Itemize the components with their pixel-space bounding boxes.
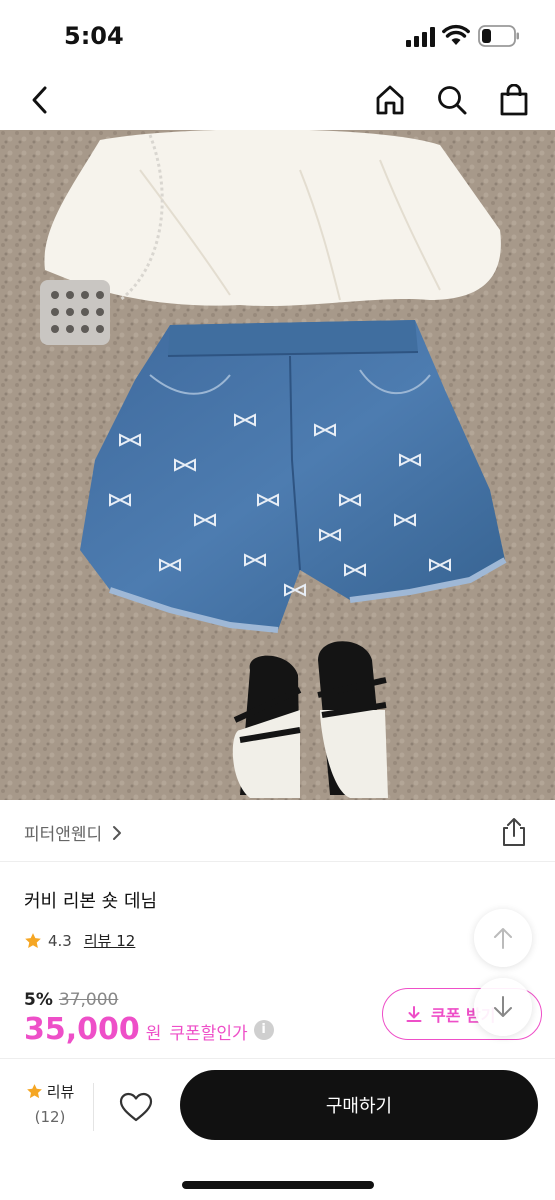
coupon-price-label: 쿠폰할인가 xyxy=(169,1024,248,1044)
back-button[interactable] xyxy=(18,78,62,122)
status-time: 5:04 xyxy=(64,22,124,50)
scroll-top-button[interactable] xyxy=(474,909,532,967)
original-price-row: 5% 37,000 xyxy=(24,990,118,1010)
product-title: 커비 리본 숏 데님 xyxy=(24,891,158,912)
product-detail-page: 5:04 피터앤웬디 커비 리본 숏 데님 4.3 리뷰 12 5% 37,00… xyxy=(0,0,555,1200)
discount-rate: 5% xyxy=(24,990,53,1010)
search-button[interactable] xyxy=(430,78,474,122)
original-price: 37,000 xyxy=(58,990,119,1010)
review-link[interactable]: 리뷰 12 xyxy=(84,930,135,951)
arrow-down-icon xyxy=(494,996,512,1017)
home-button[interactable] xyxy=(368,78,412,122)
brand-link[interactable]: 피터앤웬디 xyxy=(24,820,122,845)
currency-unit: 원 xyxy=(145,1024,162,1044)
review-summary[interactable]: 리뷰 (12) xyxy=(20,1081,80,1126)
rating-row: 4.3 리뷰 12 xyxy=(24,930,135,951)
buy-button[interactable]: 구매하기 xyxy=(180,1070,538,1140)
arrow-up-icon xyxy=(494,928,512,949)
home-indicator xyxy=(182,1181,374,1189)
review-count: (12) xyxy=(34,1108,66,1126)
share-icon xyxy=(503,818,525,846)
heart-icon xyxy=(119,1092,153,1122)
review-label: 리뷰 xyxy=(46,1083,75,1101)
bottom-action-bar: 리뷰 (12) 구매하기 xyxy=(0,1058,555,1200)
product-photo xyxy=(0,130,555,800)
nav-bar xyxy=(0,70,555,130)
search-icon xyxy=(438,86,467,115)
divider xyxy=(93,1083,94,1131)
price-row: 35,000 원 쿠폰할인가 i xyxy=(24,1012,274,1047)
chevron-left-icon xyxy=(32,86,47,114)
home-icon xyxy=(376,85,404,115)
download-icon xyxy=(406,1006,422,1022)
star-icon xyxy=(25,932,41,948)
scroll-down-button[interactable] xyxy=(474,978,532,1036)
brand-name: 피터앤웬디 xyxy=(24,825,103,845)
info-icon[interactable]: i xyxy=(253,1019,274,1040)
signal-icon xyxy=(406,27,435,47)
cart-button[interactable] xyxy=(492,78,536,122)
star-icon xyxy=(26,1084,42,1099)
product-image[interactable] xyxy=(0,130,555,800)
wifi-icon xyxy=(442,24,470,45)
sale-price: 35,000 xyxy=(24,1012,140,1047)
share-button[interactable] xyxy=(498,816,530,848)
shopping-bag-icon xyxy=(500,84,528,116)
status-bar: 5:04 xyxy=(0,0,555,70)
rating-value: 4.3 xyxy=(48,931,72,950)
brand-row: 피터앤웬디 xyxy=(0,800,555,862)
battery-icon xyxy=(478,25,519,47)
chevron-right-icon xyxy=(113,825,122,840)
like-button[interactable] xyxy=(116,1087,156,1127)
